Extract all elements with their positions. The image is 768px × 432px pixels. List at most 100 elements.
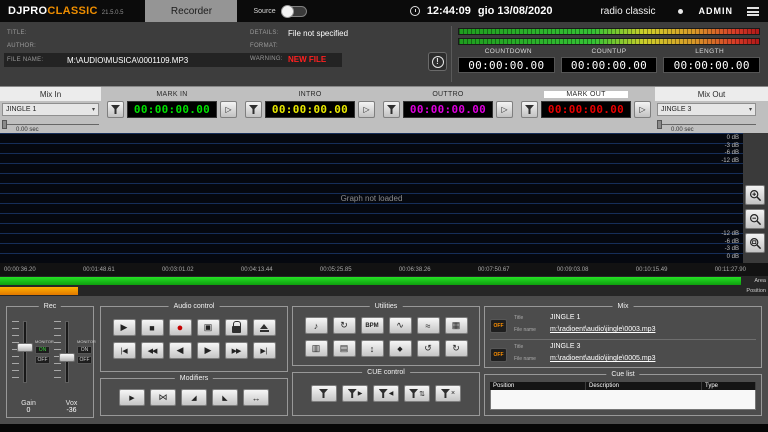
mod-play-rate-button[interactable]: ▶ <box>119 389 145 406</box>
mark-out-funnel-button[interactable] <box>521 101 538 118</box>
db-label: -6 dB <box>721 150 739 158</box>
position-bar[interactable]: Position <box>0 286 768 296</box>
jingle1-toggle[interactable]: OFF <box>490 319 507 333</box>
title-label: Title <box>514 344 544 350</box>
monitor-on-button[interactable]: ON <box>77 346 92 354</box>
cue-clear-button[interactable]: × <box>435 385 461 402</box>
vox-slider-track[interactable] <box>65 321 69 383</box>
cue-set-button[interactable] <box>311 385 337 402</box>
music-note-icon: ♪ <box>314 321 319 331</box>
gain-slider-knob[interactable] <box>17 343 33 352</box>
wave-smooth-button[interactable]: ≈ <box>417 317 440 334</box>
rewind-icon: ◀◀ <box>148 347 157 355</box>
cue-move-button[interactable]: ⇅ <box>404 385 430 402</box>
monitor-on-button[interactable]: ON <box>35 346 50 354</box>
record-button[interactable]: ● <box>169 319 192 336</box>
tab-mix-out[interactable]: Mix Out <box>655 87 768 101</box>
mod-stretch-button[interactable]: ↔ <box>243 389 269 406</box>
zoom-in-button[interactable] <box>745 185 765 205</box>
mixer-button[interactable]: ▤ <box>333 340 356 357</box>
author-label: AUTHOR: <box>7 43 36 49</box>
lock-button[interactable] <box>225 319 248 336</box>
info-button[interactable]: ! <box>428 52 447 71</box>
zoom-out-button[interactable] <box>745 209 765 229</box>
format-label: FORMAT: <box>250 43 278 49</box>
eq-button[interactable]: ▥ <box>305 340 328 357</box>
mark-out-play-button[interactable]: ▷ <box>634 101 651 118</box>
bpm-button[interactable]: BPM <box>361 317 384 334</box>
marker-button[interactable]: ◆ <box>389 340 412 357</box>
gain-slider-track[interactable] <box>23 321 27 383</box>
play-button[interactable]: ▶ <box>113 319 136 336</box>
rotate-cw-button[interactable]: ↻ <box>445 340 468 357</box>
slider-ticks <box>12 321 19 383</box>
cue-back-button[interactable]: ◀ <box>373 385 399 402</box>
levels-button[interactable]: ▦ <box>445 317 468 334</box>
eject-button[interactable] <box>253 319 276 336</box>
source-label: Source <box>253 8 275 15</box>
funnel-icon <box>441 389 450 398</box>
playlist-button[interactable]: ▣ <box>197 319 220 336</box>
top-bar: DJPRO CLASSIC 21.5.0.5 Recorder Source 1… <box>0 0 768 22</box>
jingle3-toggle[interactable]: OFF <box>490 348 507 362</box>
countup-display: 00:00:00.00 <box>561 57 658 73</box>
fast-forward-button[interactable]: ▶▶ <box>225 342 248 359</box>
counter-labels: COUNTDOWN COUNTUP LENGTH <box>458 48 760 55</box>
step-forward-button[interactable]: ▶ <box>197 342 220 359</box>
skip-start-button[interactable]: |◀ <box>113 342 136 359</box>
slider-knob[interactable] <box>657 120 662 129</box>
slider-knob[interactable] <box>2 120 7 129</box>
fade-out-icon: ◣ <box>222 394 227 402</box>
wave-edit-button[interactable]: ∿ <box>389 317 412 334</box>
notes-button[interactable]: ♪ <box>305 317 328 334</box>
rotate-ccw-button[interactable]: ↺ <box>417 340 440 357</box>
jingle1-file-link[interactable]: m:\radioent\audio\jingle\0003.mp3 <box>550 326 655 333</box>
stop-button[interactable]: ■ <box>141 319 164 336</box>
mod-fade-out-button[interactable]: ◣ <box>212 389 238 406</box>
zoom-fit-button[interactable] <box>745 233 765 253</box>
outtro-funnel-button[interactable] <box>383 101 400 118</box>
slider-ticks <box>54 321 61 383</box>
waveform-display[interactable]: Graph not loaded 0 dB -3 dB -6 dB -12 dB… <box>0 133 743 263</box>
mark-in-funnel-button[interactable] <box>107 101 124 118</box>
vox-slider: MONITOR ON OFF <box>53 319 93 389</box>
mark-in-play-button[interactable]: ▷ <box>220 101 237 118</box>
step-back-button[interactable]: ◀ <box>169 342 192 359</box>
wave-updown-button[interactable]: ↕ <box>361 340 384 357</box>
mod-crossfade-button[interactable]: ⋈ <box>150 389 176 406</box>
intro-funnel-button[interactable] <box>245 101 262 118</box>
position-fill[interactable] <box>0 287 78 295</box>
source-toggle[interactable] <box>281 6 307 17</box>
monitor-off-button[interactable]: OFF <box>77 356 92 364</box>
mod-fade-in-button[interactable]: ◢ <box>181 389 207 406</box>
cue-list-body <box>490 390 756 410</box>
mark-in-label-text: MARK IN <box>156 91 187 98</box>
tab-recorder[interactable]: Recorder <box>145 0 237 22</box>
outtro-play-button[interactable]: ▷ <box>496 101 513 118</box>
cue-play-button[interactable]: ▶ <box>342 385 368 402</box>
monitor-off-button[interactable]: OFF <box>35 356 50 364</box>
title-label: Title <box>514 315 544 321</box>
filename-value: M:\AUDIO\MUSICA\0001109.MP3 <box>67 56 188 65</box>
warning-circle-icon: ! <box>432 56 444 68</box>
playlist-icon: ▣ <box>204 322 213 333</box>
jingle-select-right[interactable]: JINGLE 3 ▾ <box>657 103 756 116</box>
source-toggle-knob[interactable] <box>281 5 294 18</box>
mark-in-label: MARK IN <box>104 90 240 99</box>
tab-mix-in[interactable]: Mix In <box>0 87 101 101</box>
rewind-button[interactable]: ◀◀ <box>141 342 164 359</box>
intro-play-button[interactable]: ▷ <box>358 101 375 118</box>
skip-end-button[interactable]: ▶| <box>253 342 276 359</box>
area-fill <box>0 277 741 285</box>
refresh-icon: ↻ <box>340 320 348 331</box>
fade-in-icon: ◢ <box>191 394 196 402</box>
mark-out-label-text: MARK OUT <box>544 91 627 98</box>
jingle3-file-link[interactable]: m:\radioent\audio\jingle\0005.mp3 <box>550 355 655 362</box>
jingle-select-left[interactable]: JINGLE 1 ▾ <box>2 103 99 116</box>
utilities-title: Utilities <box>370 302 403 311</box>
filename-label: FILE NAME: <box>7 57 67 63</box>
menu-icon[interactable] <box>747 7 759 16</box>
sine-wave-icon: ∿ <box>396 320 404 331</box>
vox-slider-knob[interactable] <box>59 353 75 362</box>
refresh-button[interactable]: ↻ <box>333 317 356 334</box>
